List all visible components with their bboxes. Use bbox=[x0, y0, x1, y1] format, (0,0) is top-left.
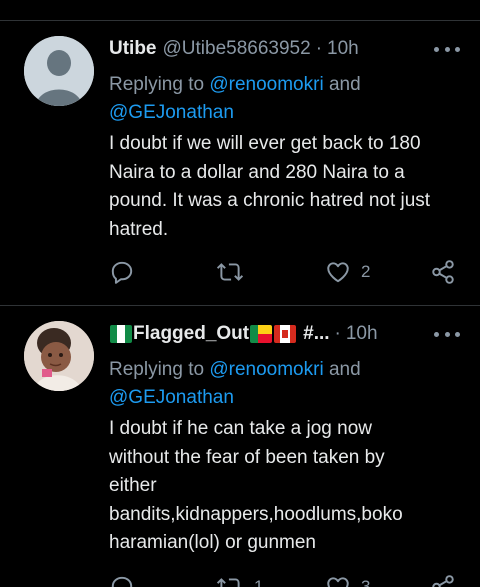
tweet-text-line: haramian(lol) or gunmen bbox=[109, 532, 316, 553]
timeline: Utibe @Utibe58663952 · 10h Replying to @… bbox=[0, 0, 480, 587]
replying-prefix: Replying to bbox=[109, 359, 210, 380]
retweet-icon bbox=[216, 578, 240, 587]
more-icon[interactable] bbox=[434, 39, 460, 59]
replying-prefix: Replying to bbox=[109, 74, 210, 95]
tweet-actions: 2 bbox=[0, 259, 480, 287]
replying-to: Replying to @renoomokri and @GEJonathan bbox=[109, 356, 459, 412]
like-button[interactable]: 2 bbox=[325, 259, 370, 285]
reply-icon bbox=[111, 261, 133, 284]
share-icon bbox=[432, 575, 454, 587]
reply-button[interactable] bbox=[109, 259, 135, 285]
share-button[interactable] bbox=[430, 574, 456, 587]
tweet-actions: 1 3 bbox=[0, 574, 480, 587]
display-name-suffix[interactable]: #... bbox=[303, 323, 329, 345]
default-avatar-icon bbox=[24, 36, 94, 106]
avatar[interactable] bbox=[24, 321, 94, 391]
like-icon bbox=[327, 262, 349, 283]
tweet-text: I doubt if we will ever get back to 180 … bbox=[109, 133, 431, 240]
avatar[interactable] bbox=[24, 36, 94, 106]
timestamp[interactable]: 10h bbox=[327, 38, 359, 60]
nigeria-flag-icon bbox=[110, 325, 132, 343]
retweet-icon bbox=[216, 263, 244, 281]
tweet-text: I doubt if he can take a jog now without… bbox=[109, 415, 459, 558]
benin-flag-icon bbox=[250, 325, 273, 343]
baby-photo-avatar-icon bbox=[24, 321, 94, 391]
display-name[interactable]: Utibe bbox=[109, 38, 157, 60]
handle[interactable]: @Utibe58663952 bbox=[163, 38, 311, 60]
tweet-text-line: either bbox=[109, 475, 157, 496]
retweet-button[interactable] bbox=[216, 259, 244, 285]
like-count: 2 bbox=[361, 262, 371, 281]
more-icon[interactable] bbox=[434, 324, 460, 344]
separator: · bbox=[334, 323, 341, 344]
reply-icon bbox=[111, 576, 133, 587]
tweet-text-line: without the fear of been taken by bbox=[109, 446, 385, 468]
retweet-button[interactable]: 1 bbox=[216, 574, 263, 587]
replying-to: Replying to @renoomokri and @GEJonathan bbox=[109, 71, 459, 127]
mention-renoomokri[interactable]: @renoomokri bbox=[209, 359, 323, 380]
mention-gejonathan[interactable]: @GEJonathan bbox=[109, 102, 234, 123]
share-icon bbox=[432, 260, 454, 284]
replying-and: and bbox=[323, 74, 361, 95]
tweet-text-line: I doubt if he can take a jog now bbox=[109, 418, 373, 439]
like-count: 3 bbox=[361, 577, 371, 587]
tweet-text-line: bandits,kidnappers,hoodlums,boko bbox=[109, 503, 403, 525]
mention-renoomokri[interactable]: @renoomokri bbox=[209, 74, 323, 95]
tweet-header: Flagged_Out #... · 10h bbox=[109, 320, 378, 348]
separator: · bbox=[315, 38, 323, 59]
reply-button[interactable] bbox=[109, 574, 135, 587]
like-button[interactable]: 3 bbox=[325, 574, 370, 587]
retweet-count: 1 bbox=[254, 577, 264, 587]
mention-gejonathan[interactable]: @GEJonathan bbox=[109, 387, 234, 408]
replying-and: and bbox=[323, 359, 361, 380]
tweet-flagged-out[interactable]: Flagged_Out #... · 10h Replying to @reno… bbox=[0, 306, 480, 587]
tweet-utibe[interactable]: Utibe @Utibe58663952 · 10h Replying to @… bbox=[0, 20, 480, 305]
canada-flag-icon bbox=[274, 325, 297, 343]
timestamp[interactable]: 10h bbox=[346, 323, 378, 345]
tweet-header: Utibe @Utibe58663952 · 10h bbox=[109, 35, 359, 63]
share-button[interactable] bbox=[430, 259, 456, 285]
like-icon bbox=[327, 577, 349, 587]
display-name[interactable]: Flagged_Out bbox=[133, 323, 249, 345]
